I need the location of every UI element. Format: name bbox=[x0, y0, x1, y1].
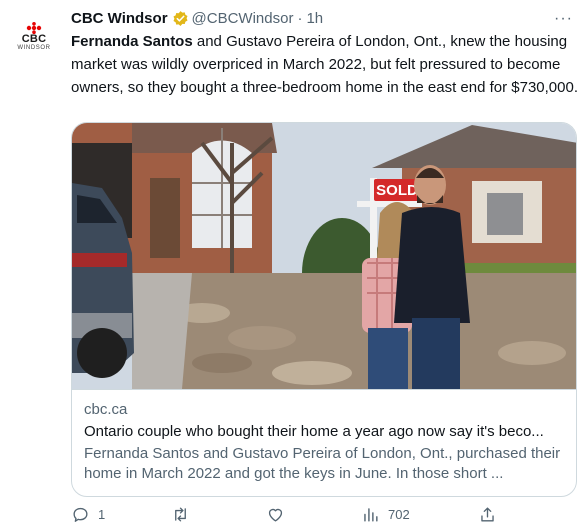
retweet-button[interactable] bbox=[171, 505, 198, 524]
tweet-header: CBC Windsor @CBCWindsor · 1h bbox=[71, 8, 323, 28]
tweet-text: Fernanda Santos and Gustavo Pereira of L… bbox=[71, 30, 579, 99]
views-chart-icon bbox=[364, 508, 378, 522]
tweet-text-bold: Fernanda Santos bbox=[71, 33, 193, 50]
author-name[interactable]: CBC Windsor bbox=[71, 10, 168, 27]
link-card[interactable]: SOLD cbc.ca Ontario couple who bought th… bbox=[71, 122, 577, 497]
action-bar: 1 702 bbox=[71, 505, 501, 529]
more-options-icon[interactable]: ··· bbox=[554, 10, 573, 28]
reply-icon bbox=[73, 507, 88, 522]
views-button[interactable]: 702 bbox=[361, 505, 410, 524]
card-footer[interactable]: cbc.ca Ontario couple who bought their h… bbox=[72, 389, 576, 496]
verified-badge-icon bbox=[172, 10, 189, 27]
avatar[interactable]: CBC WINDSOR bbox=[10, 12, 58, 60]
share-icon bbox=[481, 507, 494, 522]
heart-icon bbox=[268, 508, 283, 522]
cbc-gem-icon bbox=[26, 21, 42, 34]
views-count: 702 bbox=[388, 507, 410, 522]
avatar-logo-text: CBC bbox=[21, 32, 47, 45]
reply-count: 1 bbox=[98, 507, 106, 522]
retweet-icon bbox=[175, 507, 186, 522]
card-domain: cbc.ca bbox=[84, 401, 128, 418]
reply-button[interactable]: 1 bbox=[71, 505, 105, 524]
card-description: Fernanda Santos and Gustavo Pereira of L… bbox=[84, 445, 561, 482]
tweet-timestamp[interactable]: 1h bbox=[306, 10, 323, 27]
card-image[interactable]: SOLD bbox=[72, 123, 577, 389]
separator-dot: · bbox=[297, 9, 303, 27]
sold-sign-text: SOLD bbox=[376, 182, 418, 199]
share-button[interactable] bbox=[478, 505, 497, 524]
avatar-logo-sub: WINDSOR bbox=[17, 44, 51, 51]
author-handle[interactable]: @CBCWindsor bbox=[192, 10, 294, 27]
like-button[interactable] bbox=[266, 505, 293, 524]
card-title: Ontario couple who bought their home a y… bbox=[84, 423, 544, 440]
